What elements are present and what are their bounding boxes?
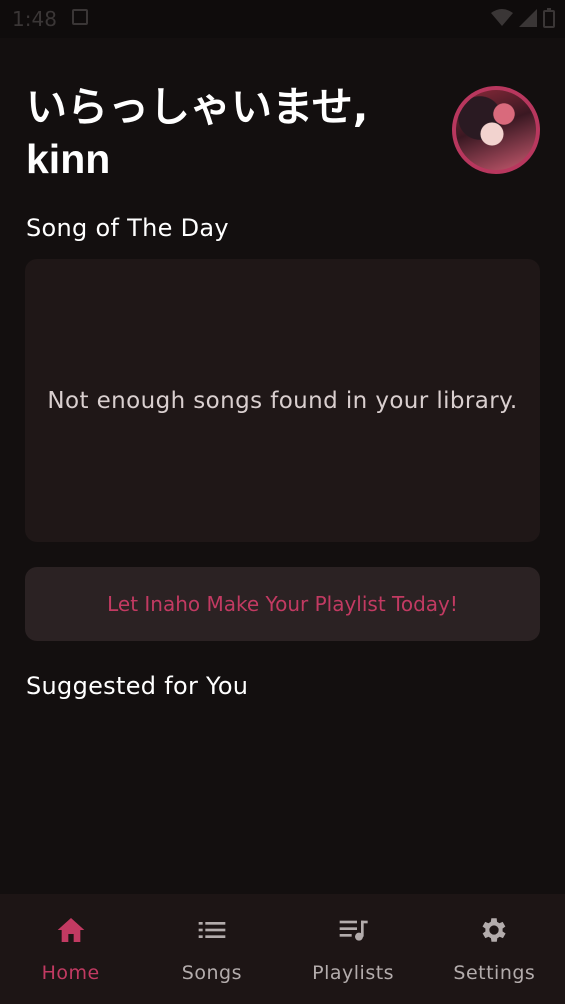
list-icon	[198, 922, 226, 938]
wifi-icon	[491, 9, 513, 26]
status-bar: 1:48	[0, 0, 565, 38]
home-screen: 1:48 いらっしゃいませ, kinn Song of The Day Not …	[0, 0, 565, 1004]
avatar[interactable]	[452, 86, 540, 174]
make-playlist-label: Let Inaho Make Your Playlist Today!	[107, 592, 458, 616]
notification-icon	[72, 9, 88, 25]
nav-item-settings[interactable]: Settings	[424, 894, 565, 1004]
make-playlist-button[interactable]: Let Inaho Make Your Playlist Today!	[25, 567, 540, 641]
playlist-icon	[339, 920, 368, 941]
empty-library-message: Not enough songs found in your library.	[47, 387, 518, 414]
nav-label-playlists: Playlists	[312, 962, 395, 984]
status-icons	[491, 8, 555, 28]
nav-item-home[interactable]: Home	[0, 894, 141, 1004]
bottom-nav: Home Songs Playlists Settings	[0, 894, 565, 1004]
home-icon	[57, 918, 84, 942]
song-of-the-day-card: Not enough songs found in your library.	[25, 259, 540, 542]
nav-label-home: Home	[41, 962, 100, 984]
nav-item-songs[interactable]: Songs	[141, 894, 282, 1004]
status-time: 1:48	[12, 7, 57, 31]
song-of-the-day-title: Song of The Day	[26, 214, 229, 242]
nav-item-playlists[interactable]: Playlists	[283, 894, 424, 1004]
gear-icon	[482, 918, 506, 942]
nav-label-settings: Settings	[453, 962, 536, 984]
greeting-text: いらっしゃいませ,	[26, 83, 369, 131]
battery-icon	[543, 8, 555, 28]
username: kinn	[26, 136, 111, 182]
suggested-title: Suggested for You	[26, 672, 249, 700]
signal-icon	[519, 9, 537, 27]
nav-label-songs: Songs	[181, 962, 242, 984]
